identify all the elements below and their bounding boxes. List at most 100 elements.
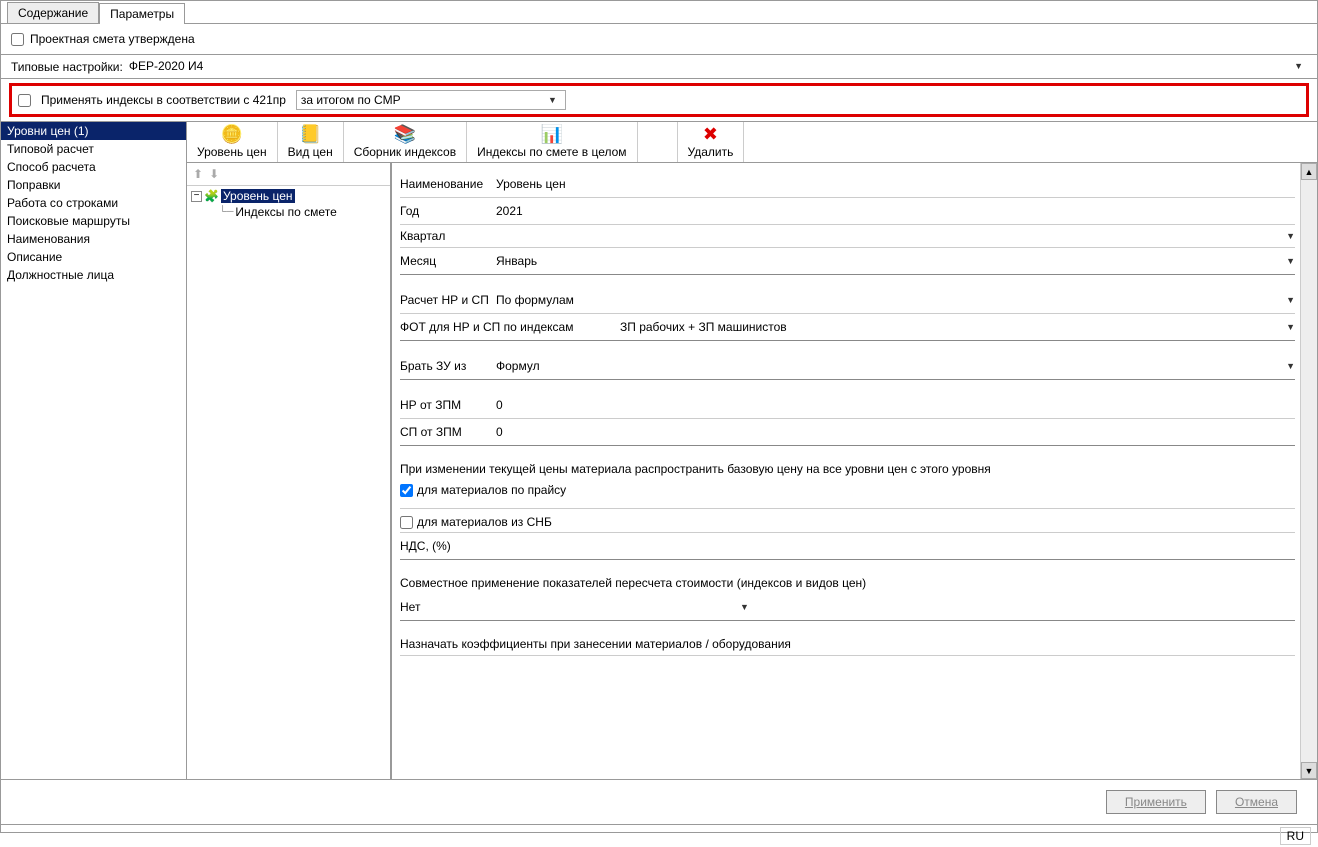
toolbar-indexes-total[interactable]: 📊 Индексы по смете в целом xyxy=(467,122,637,162)
nr-zpm-label: НР от ЗПМ xyxy=(400,398,496,412)
main-area: Уровни цен (1) Типовой расчет Способ рас… xyxy=(1,121,1317,779)
tab-params[interactable]: Параметры xyxy=(99,3,185,24)
sidebar-item-names[interactable]: Наименования xyxy=(1,230,186,248)
form-panel: ▲ ▼ Наименование Год Квартал ▼ xyxy=(391,163,1317,779)
toolbar-level-label: Уровень цен xyxy=(197,145,267,159)
scroll-up-icon[interactable]: ▲ xyxy=(1301,163,1317,180)
mat-snb-checkbox[interactable] xyxy=(400,516,413,529)
workarea: ⬆ ⬇ − 🧩 Уровень цен └─ Индексы по смете xyxy=(187,163,1317,779)
cancel-button[interactable]: Отмена xyxy=(1216,790,1297,814)
sidebar-item-typical[interactable]: Типовой расчет xyxy=(1,140,186,158)
sidebar-item-corrections[interactable]: Поправки xyxy=(1,176,186,194)
quarter-label: Квартал xyxy=(400,229,496,243)
vertical-scrollbar[interactable]: ▲ ▼ xyxy=(1300,163,1317,779)
sum-icon: 📊 xyxy=(541,125,563,143)
mat-price-checkbox[interactable] xyxy=(400,484,413,497)
nrsp-select[interactable]: По формулам xyxy=(496,291,1286,309)
chevron-down-icon[interactable]: ▼ xyxy=(1286,256,1295,266)
chevron-down-icon[interactable]: ▼ xyxy=(1286,361,1295,371)
assign-info: Назначать коэффициенты при занесении мат… xyxy=(400,633,1295,656)
apply-indexes-row: Применять индексы в соответствии с 421пр… xyxy=(9,83,1309,117)
year-input[interactable] xyxy=(496,202,1295,220)
tree-panel: ⬆ ⬇ − 🧩 Уровень цен └─ Индексы по смете xyxy=(187,163,391,779)
sp-zpm-label: СП от ЗПМ xyxy=(400,425,496,439)
sidebar-item-routes[interactable]: Поисковые маршруты xyxy=(1,212,186,230)
apply-indexes-label: Применять индексы в соответствии с 421пр xyxy=(41,93,286,107)
month-label: Месяц xyxy=(400,254,496,268)
sidebar: Уровни цен (1) Типовой расчет Способ рас… xyxy=(1,122,187,779)
chevron-down-icon[interactable]: ▼ xyxy=(740,602,749,612)
zu-select[interactable]: Формул xyxy=(496,357,1286,375)
approved-row: Проектная смета утверждена xyxy=(1,24,1317,54)
tab-content[interactable]: Содержание xyxy=(7,2,99,23)
minus-icon[interactable]: − xyxy=(191,191,202,202)
toolbar-view-prices[interactable]: 📒 Вид цен xyxy=(278,122,344,162)
mat-snb-row: для материалов из СНБ xyxy=(400,508,1295,532)
footer: Применить Отмена xyxy=(1,779,1317,824)
tree-connector: └─ xyxy=(219,205,233,219)
arrow-down-icon[interactable]: ⬇ xyxy=(209,167,219,181)
row-zu: Брать ЗУ из Формул ▼ xyxy=(400,353,1295,380)
sidebar-item-description[interactable]: Описание xyxy=(1,248,186,266)
row-sp-zpm: СП от ЗПМ xyxy=(400,419,1295,446)
status-lang: RU xyxy=(1280,827,1311,845)
tree: − 🧩 Уровень цен └─ Индексы по смете xyxy=(187,186,390,222)
quarter-select[interactable] xyxy=(496,234,1286,238)
approved-checkbox[interactable] xyxy=(11,33,24,46)
month-select[interactable]: Январь xyxy=(496,252,1286,270)
year-label: Год xyxy=(400,204,496,218)
toolbar-view-label: Вид цен xyxy=(288,145,333,159)
book-icon: 📒 xyxy=(299,125,321,143)
nr-zpm-input[interactable] xyxy=(496,396,1295,414)
coins-icon: 🪙 xyxy=(221,125,243,143)
joint-select[interactable]: Нет xyxy=(400,598,740,616)
tree-root[interactable]: − 🧩 Уровень цен xyxy=(191,188,386,204)
toolbar-total-label: Индексы по смете в целом xyxy=(477,145,626,159)
level-icon: 🧩 xyxy=(204,189,219,203)
name-input[interactable] xyxy=(496,175,1295,193)
toolbar-index-collection[interactable]: 📚 Сборник индексов xyxy=(344,122,467,162)
arrow-up-icon[interactable]: ⬆ xyxy=(193,167,203,181)
apply-button[interactable]: Применить xyxy=(1106,790,1206,814)
fot-select[interactable]: ЗП рабочих + ЗП машинистов xyxy=(620,318,1286,336)
chevron-down-icon[interactable]: ▼ xyxy=(1294,61,1307,71)
apply-indexes-select[interactable]: за итогом по СМР ▼ xyxy=(296,90,566,110)
chevron-down-icon[interactable]: ▼ xyxy=(1286,322,1295,332)
chevron-down-icon[interactable]: ▼ xyxy=(1286,231,1295,241)
type-settings-label: Типовые настройки: xyxy=(11,60,123,74)
row-nr-zpm: НР от ЗПМ xyxy=(400,392,1295,419)
scroll-down-icon[interactable]: ▼ xyxy=(1301,762,1317,779)
sidebar-item-levels[interactable]: Уровни цен (1) xyxy=(1,122,186,140)
nrsp-label: Расчет НР и СП xyxy=(400,293,496,307)
mat-snb-label: для материалов из СНБ xyxy=(417,515,552,529)
row-joint: Нет ▼ xyxy=(400,594,1295,621)
sp-zpm-input[interactable] xyxy=(496,423,1295,441)
row-year: Год xyxy=(400,198,1295,225)
toolbar: 🪙 Уровень цен 📒 Вид цен 📚 Сборник индекс… xyxy=(187,122,1317,163)
toolbar-delete-label: Удалить xyxy=(688,145,734,159)
tree-child[interactable]: └─ Индексы по смете xyxy=(191,204,386,220)
sidebar-item-officials[interactable]: Должностные лица xyxy=(1,266,186,284)
row-quarter: Квартал ▼ xyxy=(400,225,1295,248)
toolbar-price-level[interactable]: 🪙 Уровень цен xyxy=(187,122,278,162)
sidebar-item-calcmethod[interactable]: Способ расчета xyxy=(1,158,186,176)
sidebar-item-rows[interactable]: Работа со строками xyxy=(1,194,186,212)
content: 🪙 Уровень цен 📒 Вид цен 📚 Сборник индекс… xyxy=(187,122,1317,779)
type-settings-value[interactable]: ФЕР-2020 И4 xyxy=(129,59,1294,73)
joint-info: Совместное применение показателей пересч… xyxy=(400,572,1295,594)
chevron-down-icon[interactable]: ▼ xyxy=(1286,295,1295,305)
mat-price-label: для материалов по прайсу xyxy=(417,483,566,497)
tree-root-label: Уровень цен xyxy=(221,189,295,203)
name-label: Наименование xyxy=(400,177,496,191)
nds-input[interactable] xyxy=(496,537,1295,555)
tree-toolbar: ⬆ ⬇ xyxy=(187,163,390,186)
approved-label: Проектная смета утверждена xyxy=(30,32,195,46)
toolbar-delete[interactable]: ✖ Удалить xyxy=(678,122,745,162)
chevron-down-icon[interactable]: ▼ xyxy=(548,95,561,105)
books-icon: 📚 xyxy=(394,125,416,143)
row-fot: ФОТ для НР и СП по индексам ЗП рабочих +… xyxy=(400,314,1295,341)
main-tabs: Содержание Параметры xyxy=(1,1,1317,24)
row-nrsp: Расчет НР и СП По формулам ▼ xyxy=(400,287,1295,314)
apply-indexes-checkbox[interactable] xyxy=(18,94,31,107)
mat-price-row: для материалов по прайсу xyxy=(400,480,1295,500)
